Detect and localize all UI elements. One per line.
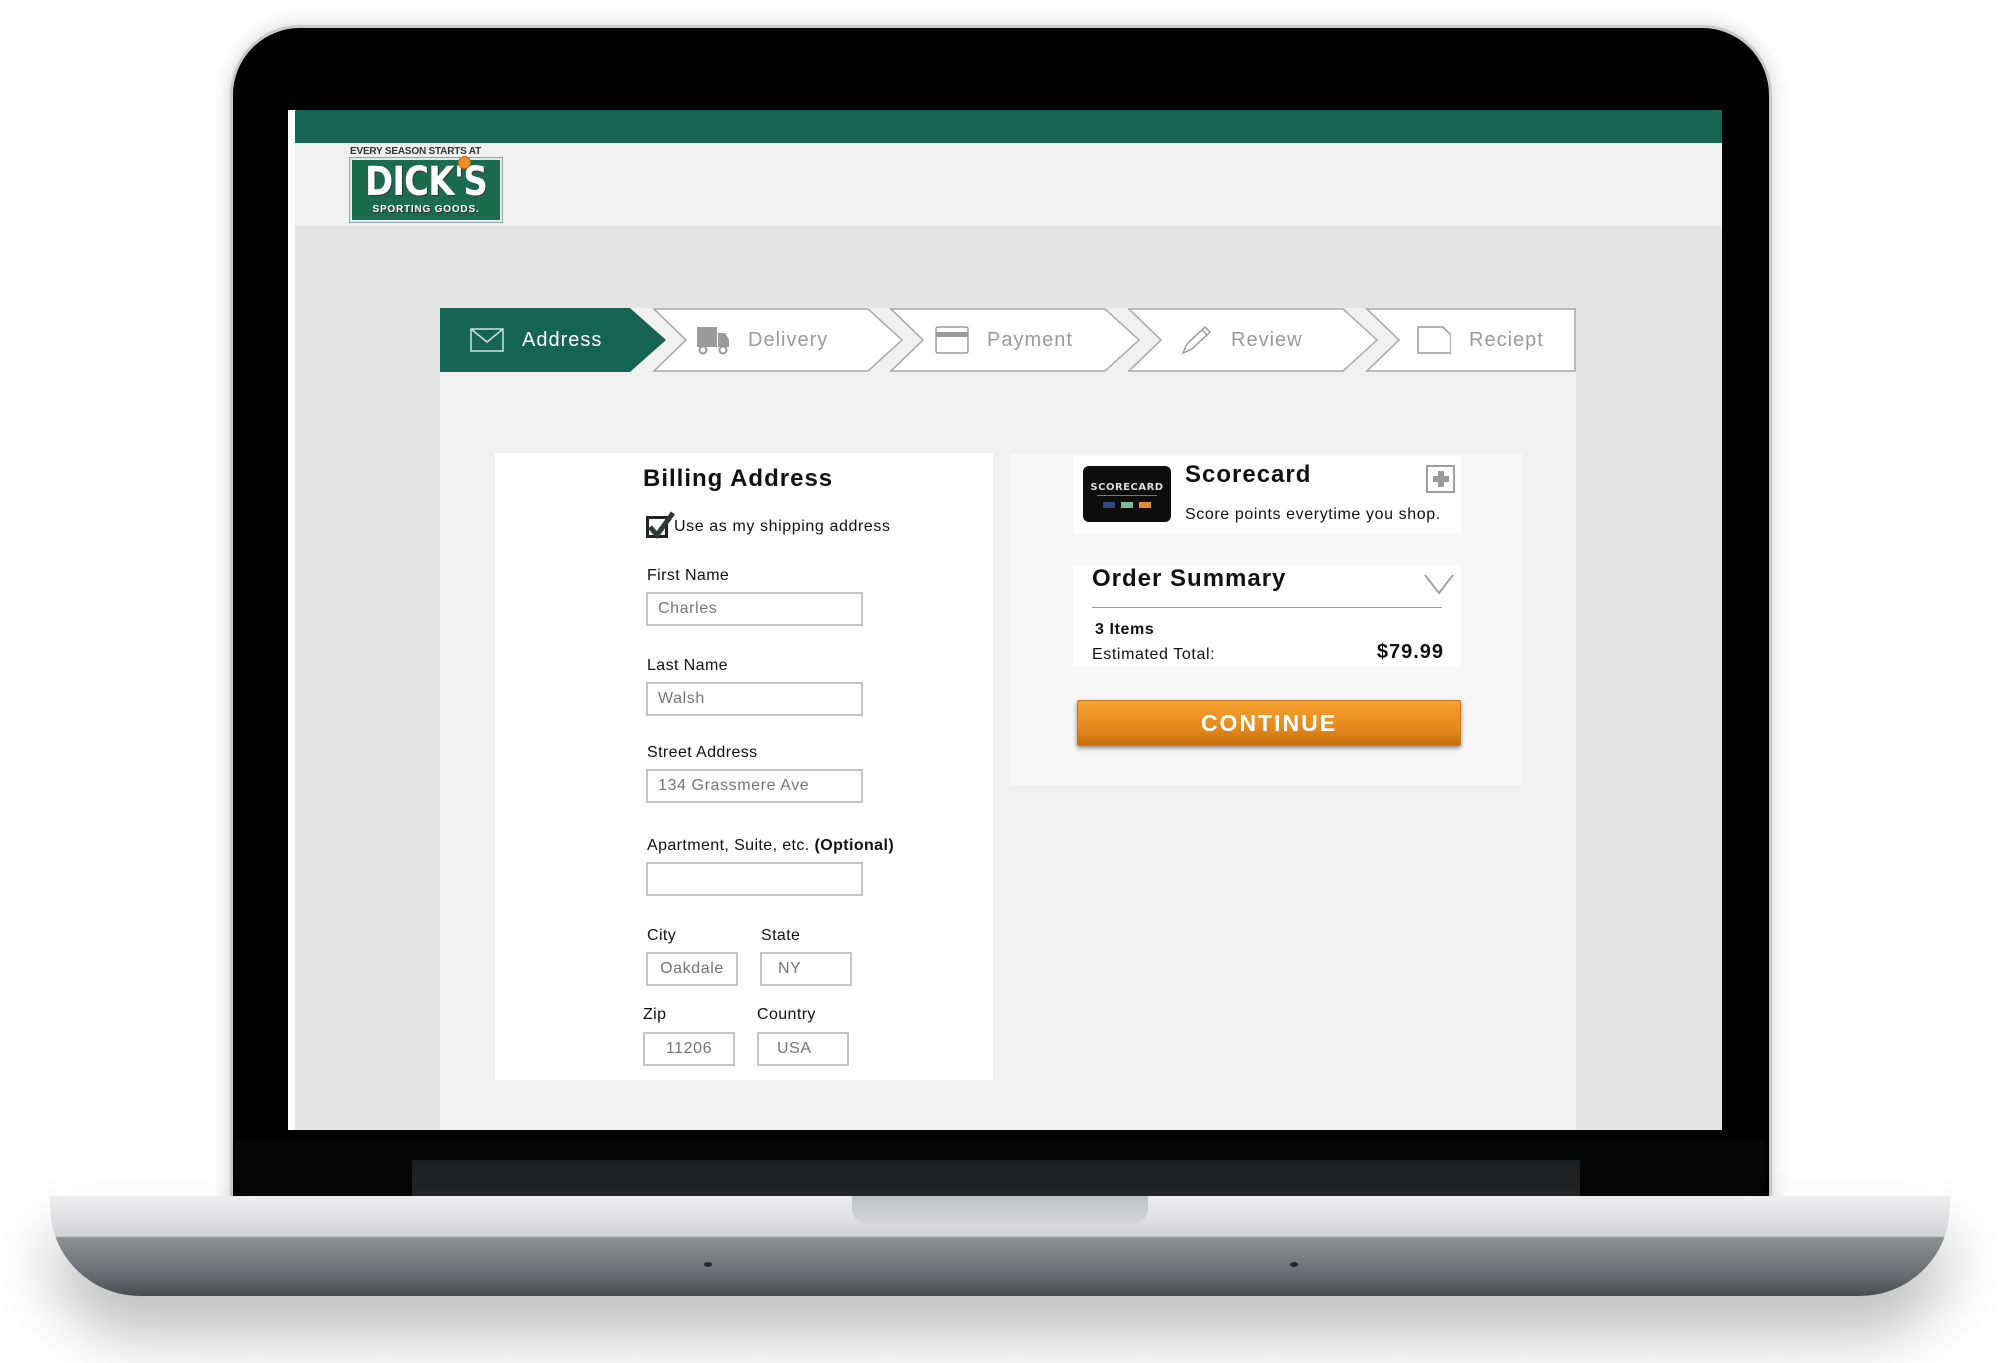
order-summary: Order Summary 3 Items Estimated Total: $… bbox=[1073, 565, 1461, 667]
brand-logo[interactable]: EVERY SEASON STARTS AT DICK'S SPORTING G… bbox=[349, 146, 503, 226]
scorecard-title: Scorecard bbox=[1185, 461, 1312, 488]
logo-subname: SPORTING GOODS. bbox=[372, 204, 480, 215]
card-badge bbox=[1139, 502, 1151, 508]
plus-icon bbox=[1432, 471, 1449, 487]
street-address-input[interactable] bbox=[646, 769, 863, 803]
logo-name: DICK'S bbox=[365, 159, 488, 205]
state-label: State bbox=[761, 927, 801, 944]
continue-button[interactable]: CONTINUE bbox=[1077, 700, 1461, 746]
checkout-card: Address Delivery Payment Review Reciept … bbox=[440, 308, 1576, 1130]
step-review[interactable]: Review bbox=[1121, 308, 1381, 372]
country-label: Country bbox=[757, 1006, 816, 1023]
site-header: EVERY SEASON STARTS AT DICK'S SPORTING G… bbox=[295, 143, 1722, 226]
step-label: Delivery bbox=[748, 328, 829, 351]
step-payment[interactable]: Payment bbox=[883, 308, 1143, 372]
street-address-label: Street Address bbox=[647, 744, 758, 761]
checkout-stepper: Address Delivery Payment Review Reciept bbox=[440, 308, 1576, 372]
step-label: Reciept bbox=[1469, 328, 1544, 351]
billing-address-panel: Billing Address Use as my shipping addre… bbox=[495, 453, 993, 1080]
apartment-input[interactable] bbox=[646, 862, 863, 896]
order-summary-toggle[interactable] bbox=[1423, 573, 1455, 595]
add-scorecard-button[interactable] bbox=[1426, 465, 1455, 493]
item-count: 3 Items bbox=[1095, 621, 1155, 638]
order-summary-divider bbox=[1092, 607, 1442, 608]
laptop-hinge bbox=[412, 1160, 1580, 1198]
scorecard-card-rule bbox=[1097, 495, 1157, 496]
card-badge bbox=[1121, 502, 1133, 508]
screen: EVERY SEASON STARTS AT DICK'S SPORTING G… bbox=[288, 110, 1722, 1130]
use-as-shipping-label: Use as my shipping address bbox=[674, 518, 891, 535]
scorecard-promo: SCORECARD Scorecard Score points everyti… bbox=[1073, 456, 1461, 533]
city-input[interactable] bbox=[646, 952, 738, 986]
logo-box: DICK'S SPORTING GOODS. bbox=[349, 157, 503, 223]
apartment-label: Apartment, Suite, etc. (Optional) bbox=[647, 837, 894, 855]
zip-input[interactable] bbox=[643, 1032, 735, 1066]
step-label: Payment bbox=[987, 328, 1073, 351]
step-label: Review bbox=[1231, 328, 1303, 351]
pencil-icon bbox=[1179, 325, 1213, 355]
billing-title: Billing Address bbox=[643, 465, 834, 492]
state-input[interactable] bbox=[760, 952, 852, 986]
laptop-foot-dot bbox=[704, 1262, 712, 1267]
scorecard-card-badges bbox=[1083, 502, 1171, 508]
laptop-foot-dot bbox=[1290, 1262, 1298, 1267]
scorecard-image: SCORECARD bbox=[1083, 466, 1171, 522]
logo-tagline: EVERY SEASON STARTS AT bbox=[350, 146, 481, 157]
laptop-notch bbox=[852, 1196, 1148, 1224]
step-delivery[interactable]: Delivery bbox=[646, 308, 906, 372]
first-name-label: First Name bbox=[647, 567, 730, 584]
truck-icon bbox=[696, 325, 730, 355]
step-label: Address bbox=[522, 328, 603, 351]
estimated-total-label: Estimated Total: bbox=[1092, 646, 1216, 663]
estimated-total-value: $79.99 bbox=[1376, 641, 1444, 663]
last-name-input[interactable] bbox=[646, 682, 863, 716]
last-name-label: Last Name bbox=[647, 657, 728, 674]
country-input[interactable] bbox=[757, 1032, 849, 1066]
apartment-label-text: Apartment, Suite, etc. bbox=[647, 837, 810, 854]
scorecard-description: Score points everytime you shop. bbox=[1185, 506, 1441, 523]
city-label: City bbox=[647, 927, 677, 944]
chevron-down-icon bbox=[1424, 574, 1454, 595]
envelope-icon bbox=[470, 325, 504, 355]
order-summary-title: Order Summary bbox=[1092, 565, 1287, 592]
order-panel: SCORECARD Scorecard Score points everyti… bbox=[1009, 453, 1522, 785]
checkmark-icon bbox=[648, 511, 676, 540]
zip-label: Zip bbox=[643, 1006, 667, 1023]
basketball-icon bbox=[458, 156, 471, 169]
use-as-shipping-checkbox[interactable]: Use as my shipping address bbox=[646, 511, 891, 540]
step-address[interactable]: Address bbox=[440, 308, 666, 372]
step-receipt[interactable]: Reciept bbox=[1359, 308, 1576, 372]
screen-edge bbox=[288, 110, 295, 1130]
optional-tag: (Optional) bbox=[814, 837, 895, 854]
scorecard-card-text: SCORECARD bbox=[1090, 482, 1164, 493]
checkbox-checked[interactable] bbox=[646, 511, 676, 540]
document-icon bbox=[1417, 325, 1451, 355]
card-badge bbox=[1103, 502, 1115, 508]
credit-card-icon bbox=[935, 325, 969, 355]
first-name-input[interactable] bbox=[646, 592, 863, 626]
top-bar bbox=[295, 110, 1722, 143]
